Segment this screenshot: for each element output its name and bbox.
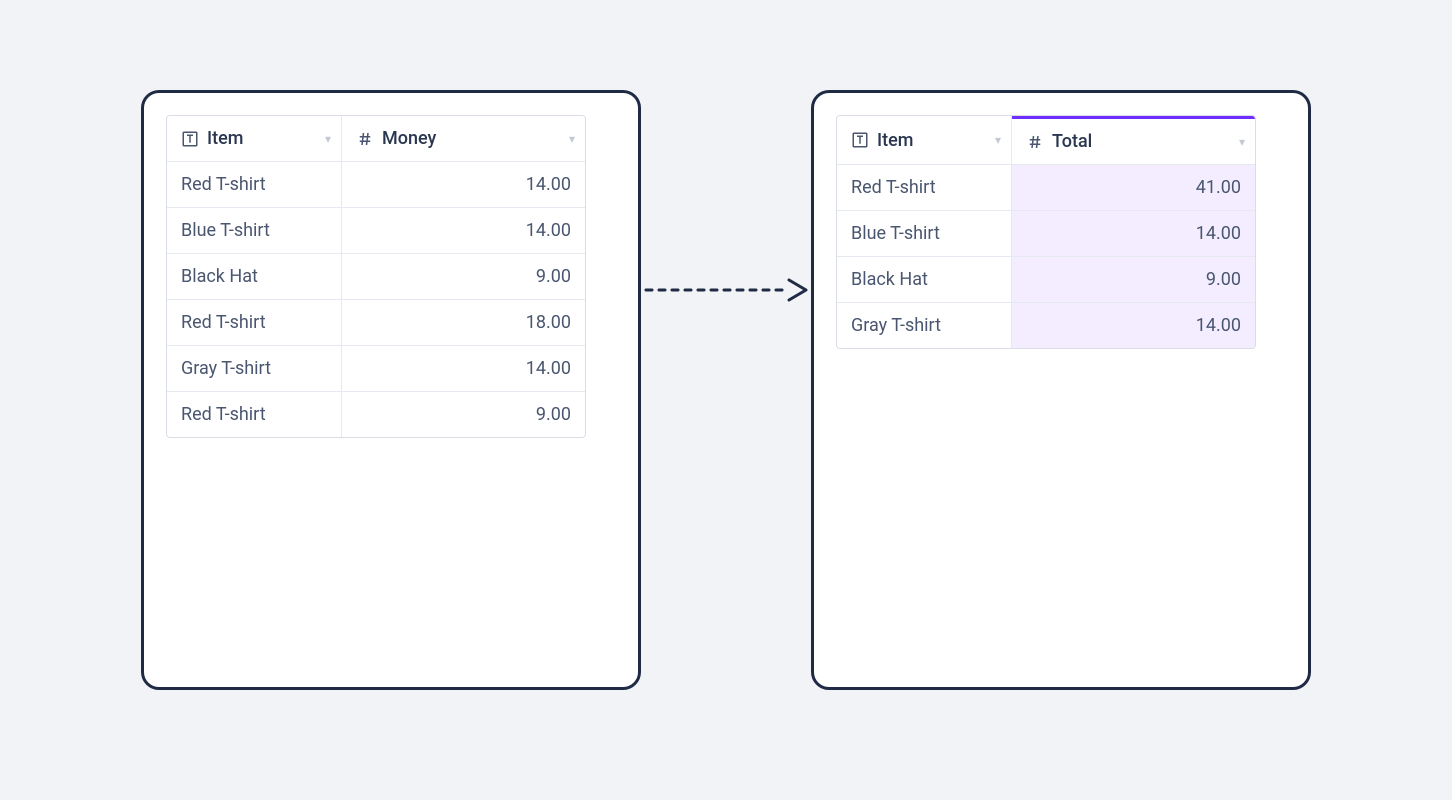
dropdown-caret-icon[interactable]: ▾ [1239,135,1245,149]
cell-item: Red T-shirt [167,162,342,208]
column-header-item[interactable]: Item ▾ [167,116,342,162]
cell-value: 14.00 [342,208,585,254]
number-column-icon [1026,133,1044,151]
column-header-total[interactable]: Total ▾ [1012,116,1255,165]
diagram-stage: Item ▾ Money ▾ [141,90,1311,690]
cell-value: 9.00 [342,392,585,437]
column-header-label: Money [382,128,436,149]
cell-item: Gray T-shirt [837,303,1012,348]
cell-item: Blue T-shirt [167,208,342,254]
table-row: Red T-shirt 18.00 [167,300,585,346]
result-panel: Item ▾ Total ▾ [811,90,1311,690]
dropdown-caret-icon[interactable]: ▾ [325,132,331,146]
source-panel: Item ▾ Money ▾ [141,90,641,690]
table-row: Black Hat 9.00 [167,254,585,300]
table-row: Blue T-shirt 14.00 [837,211,1255,257]
cell-value: 14.00 [1012,211,1255,257]
cell-value: 9.00 [1012,257,1255,303]
cell-value: 9.00 [342,254,585,300]
transform-arrow [641,0,811,590]
table-row: Red T-shirt 14.00 [167,162,585,208]
result-table: Item ▾ Total ▾ [836,115,1256,349]
cell-value: 14.00 [342,346,585,392]
cell-item: Black Hat [167,254,342,300]
column-header-item[interactable]: Item ▾ [837,116,1012,165]
cell-item: Black Hat [837,257,1012,303]
source-table: Item ▾ Money ▾ [166,115,586,438]
number-column-icon [356,130,374,148]
cell-item: Red T-shirt [167,300,342,346]
cell-value: 14.00 [342,162,585,208]
column-header-money[interactable]: Money ▾ [342,116,585,162]
column-header-label: Total [1052,131,1092,152]
column-header-label: Item [207,128,243,149]
cell-item: Blue T-shirt [837,211,1012,257]
column-header-label: Item [877,130,913,151]
text-column-icon [851,131,869,149]
cell-item: Gray T-shirt [167,346,342,392]
table-row: Gray T-shirt 14.00 [837,303,1255,348]
cell-item: Red T-shirt [167,392,342,437]
table-row: Black Hat 9.00 [837,257,1255,303]
text-column-icon [181,130,199,148]
table-row: Red T-shirt 41.00 [837,165,1255,211]
table-row: Blue T-shirt 14.00 [167,208,585,254]
cell-value: 41.00 [1012,165,1255,211]
cell-value: 18.00 [342,300,585,346]
cell-value: 14.00 [1012,303,1255,348]
cell-item: Red T-shirt [837,165,1012,211]
table-row: Red T-shirt 9.00 [167,392,585,437]
dropdown-caret-icon[interactable]: ▾ [569,132,575,146]
dropdown-caret-icon[interactable]: ▾ [995,133,1001,147]
table-row: Gray T-shirt 14.00 [167,346,585,392]
